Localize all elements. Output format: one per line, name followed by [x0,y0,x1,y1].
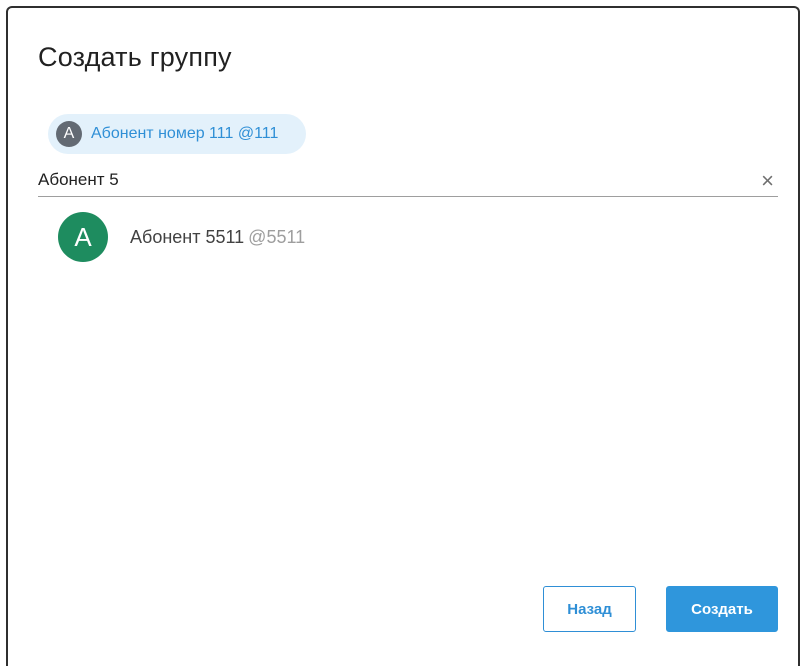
selected-member-chip[interactable]: A Абонент номер 111 @111 [48,114,307,154]
create-group-dialog: Создать группу A Абонент номер 111 @111 … [6,6,800,666]
search-input[interactable] [38,168,738,192]
back-button[interactable]: Назад [543,586,636,632]
search-field: × [38,168,778,197]
chip-avatar: A [56,121,82,147]
dialog-title: Создать группу [38,42,232,72]
avatar: A [58,212,108,262]
result-name: Абонент 5511 [130,226,245,247]
chip-label: Абонент номер 111 @111 [91,125,279,142]
close-icon[interactable]: × [761,170,774,192]
create-button[interactable]: Создать [666,586,778,632]
result-handle: @5511 [248,226,306,247]
list-item[interactable]: A Абонент 5511 @5511 [58,211,305,263]
